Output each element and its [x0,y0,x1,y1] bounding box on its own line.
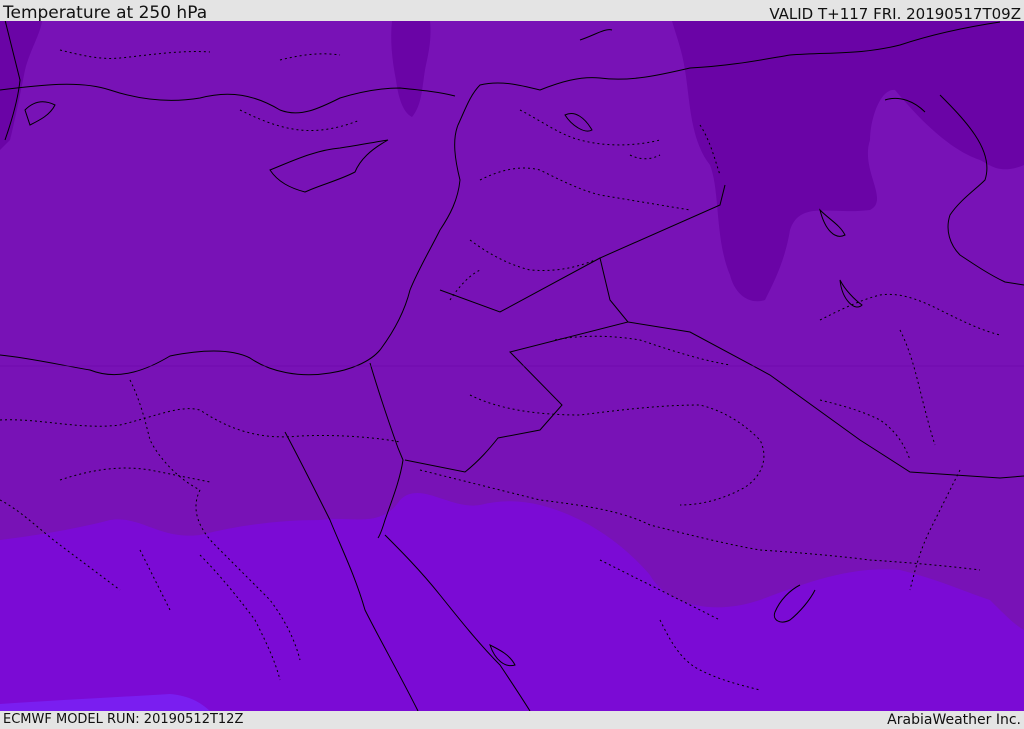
header-bar: Temperature at 250 hPa VALID T+117 FRI. … [0,0,1024,23]
map-canvas [0,21,1024,711]
footer-bar: ECMWF MODEL RUN: 20190512T12Z ArabiaWeat… [0,711,1024,729]
model-run-label: ECMWF MODEL RUN: 20190512T12Z [3,712,244,727]
map-frame: Temperature at 250 hPa VALID T+117 FRI. … [0,0,1024,729]
temperature-map[interactable] [0,21,1024,711]
credit-label: ArabiaWeather Inc. [887,712,1021,728]
map-title: Temperature at 250 hPa [3,3,208,23]
